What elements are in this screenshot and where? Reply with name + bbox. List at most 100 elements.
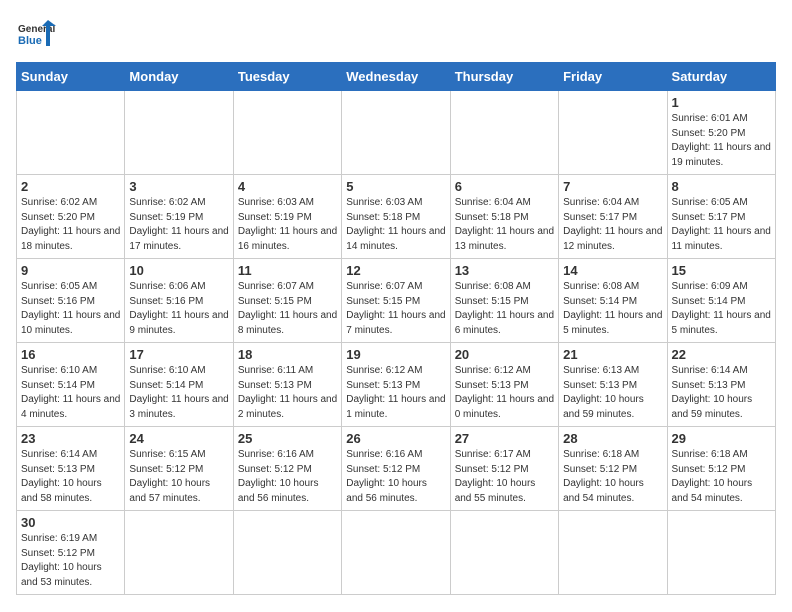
calendar-cell: 3 Sunrise: 6:02 AM Sunset: 5:19 PM Daylig… <box>125 175 233 259</box>
day-info: Sunrise: 6:09 AM Sunset: 5:14 PM Dayligh… <box>672 280 771 338</box>
day-info: Sunrise: 6:18 AM Sunset: 5:12 PM Dayligh… <box>563 448 662 506</box>
day-number: 22 <box>672 347 771 362</box>
day-info: Sunrise: 6:19 AM Sunset: 5:12 PM Dayligh… <box>21 532 120 590</box>
calendar-cell: 14 Sunrise: 6:08 AM Sunset: 5:14 PM Dayli… <box>559 259 667 343</box>
calendar-cell: 23Sunrise: 6:14 AM Sunset: 5:13 PM Dayli… <box>17 427 125 511</box>
day-number: 5 <box>346 179 445 194</box>
day-of-week-header: Saturday <box>667 63 775 91</box>
day-number: 7 <box>563 179 662 194</box>
calendar-cell: 11Sunrise: 6:07 AM Sunset: 5:15 PM Dayli… <box>233 259 341 343</box>
day-info: Sunrise: 6:08 AM Sunset: 5:14 PM Dayligh… <box>563 280 662 338</box>
calendar-cell: 16 Sunrise: 6:10 AM Sunset: 5:14 PM Dayli… <box>17 343 125 427</box>
day-number: 2 <box>21 179 120 194</box>
day-info: Sunrise: 6:02 AM Sunset: 5:19 PM Dayligh… <box>129 196 228 254</box>
day-of-week-header: Thursday <box>450 63 558 91</box>
calendar-cell <box>450 511 558 595</box>
day-info: Sunrise: 6:06 AM Sunset: 5:16 PM Dayligh… <box>129 280 228 338</box>
calendar-cell: 12Sunrise: 6:07 AM Sunset: 5:15 PM Dayli… <box>342 259 450 343</box>
day-number: 19 <box>346 347 445 362</box>
day-info: Sunrise: 6:07 AM Sunset: 5:15 PM Dayligh… <box>346 280 445 338</box>
calendar-cell <box>125 511 233 595</box>
calendar-cell: 5 Sunrise: 6:03 AM Sunset: 5:18 PM Daylig… <box>342 175 450 259</box>
day-info: Sunrise: 6:05 AM Sunset: 5:16 PM Dayligh… <box>21 280 120 338</box>
calendar-cell <box>450 91 558 175</box>
day-number: 20 <box>455 347 554 362</box>
day-number: 16 <box>21 347 120 362</box>
day-of-week-header: Sunday <box>17 63 125 91</box>
day-number: 30 <box>21 515 120 530</box>
day-info: Sunrise: 6:17 AM Sunset: 5:12 PM Dayligh… <box>455 448 554 506</box>
calendar-cell: 22Sunrise: 6:14 AM Sunset: 5:13 PM Dayli… <box>667 343 775 427</box>
day-info: Sunrise: 6:08 AM Sunset: 5:15 PM Dayligh… <box>455 280 554 338</box>
page-header: General Blue <box>16 16 776 54</box>
calendar-week-row: 23Sunrise: 6:14 AM Sunset: 5:13 PM Dayli… <box>17 427 776 511</box>
day-info: Sunrise: 6:04 AM Sunset: 5:18 PM Dayligh… <box>455 196 554 254</box>
calendar-cell: 17 Sunrise: 6:10 AM Sunset: 5:14 PM Dayli… <box>125 343 233 427</box>
calendar-cell: 24 Sunrise: 6:15 AM Sunset: 5:12 PM Dayli… <box>125 427 233 511</box>
calendar-cell: 18 Sunrise: 6:11 AM Sunset: 5:13 PM Dayli… <box>233 343 341 427</box>
calendar-cell: 8Sunrise: 6:05 AM Sunset: 5:17 PM Daylig… <box>667 175 775 259</box>
day-info: Sunrise: 6:16 AM Sunset: 5:12 PM Dayligh… <box>238 448 337 506</box>
day-info: Sunrise: 6:14 AM Sunset: 5:13 PM Dayligh… <box>21 448 120 506</box>
day-of-week-header: Monday <box>125 63 233 91</box>
day-info: Sunrise: 6:12 AM Sunset: 5:13 PM Dayligh… <box>346 364 445 422</box>
calendar-cell <box>342 91 450 175</box>
calendar-cell: 2 Sunrise: 6:02 AM Sunset: 5:20 PM Daylig… <box>17 175 125 259</box>
calendar-cell: 10 Sunrise: 6:06 AM Sunset: 5:16 PM Dayli… <box>125 259 233 343</box>
calendar-cell: 15 Sunrise: 6:09 AM Sunset: 5:14 PM Dayli… <box>667 259 775 343</box>
day-info: Sunrise: 6:01 AM Sunset: 5:20 PM Dayligh… <box>672 112 771 170</box>
calendar-table: SundayMondayTuesdayWednesdayThursdayFrid… <box>16 62 776 595</box>
day-number: 18 <box>238 347 337 362</box>
calendar-cell: 28Sunrise: 6:18 AM Sunset: 5:12 PM Dayli… <box>559 427 667 511</box>
calendar-cell: 29 Sunrise: 6:18 AM Sunset: 5:12 PM Dayli… <box>667 427 775 511</box>
logo: General Blue <box>16 16 54 54</box>
calendar-header-row: SundayMondayTuesdayWednesdayThursdayFrid… <box>17 63 776 91</box>
calendar-cell: 27 Sunrise: 6:17 AM Sunset: 5:12 PM Dayli… <box>450 427 558 511</box>
day-info: Sunrise: 6:12 AM Sunset: 5:13 PM Dayligh… <box>455 364 554 422</box>
day-number: 29 <box>672 431 771 446</box>
day-number: 26 <box>346 431 445 446</box>
day-number: 27 <box>455 431 554 446</box>
calendar-cell <box>559 511 667 595</box>
day-info: Sunrise: 6:10 AM Sunset: 5:14 PM Dayligh… <box>21 364 120 422</box>
day-number: 15 <box>672 263 771 278</box>
day-number: 24 <box>129 431 228 446</box>
calendar-cell: 9 Sunrise: 6:05 AM Sunset: 5:16 PM Daylig… <box>17 259 125 343</box>
day-info: Sunrise: 6:15 AM Sunset: 5:12 PM Dayligh… <box>129 448 228 506</box>
calendar-week-row: 2 Sunrise: 6:02 AM Sunset: 5:20 PM Daylig… <box>17 175 776 259</box>
calendar-cell: 4Sunrise: 6:03 AM Sunset: 5:19 PM Daylig… <box>233 175 341 259</box>
day-number: 25 <box>238 431 337 446</box>
calendar-cell <box>233 91 341 175</box>
day-info: Sunrise: 6:02 AM Sunset: 5:20 PM Dayligh… <box>21 196 120 254</box>
day-info: Sunrise: 6:03 AM Sunset: 5:19 PM Dayligh… <box>238 196 337 254</box>
calendar-week-row: 16 Sunrise: 6:10 AM Sunset: 5:14 PM Dayli… <box>17 343 776 427</box>
day-info: Sunrise: 6:10 AM Sunset: 5:14 PM Dayligh… <box>129 364 228 422</box>
calendar-cell: 6 Sunrise: 6:04 AM Sunset: 5:18 PM Daylig… <box>450 175 558 259</box>
day-number: 3 <box>129 179 228 194</box>
calendar-cell: 25 Sunrise: 6:16 AM Sunset: 5:12 PM Dayli… <box>233 427 341 511</box>
calendar-cell <box>17 91 125 175</box>
calendar-cell <box>233 511 341 595</box>
day-info: Sunrise: 6:07 AM Sunset: 5:15 PM Dayligh… <box>238 280 337 338</box>
day-info: Sunrise: 6:11 AM Sunset: 5:13 PM Dayligh… <box>238 364 337 422</box>
day-of-week-header: Friday <box>559 63 667 91</box>
day-number: 10 <box>129 263 228 278</box>
day-info: Sunrise: 6:03 AM Sunset: 5:18 PM Dayligh… <box>346 196 445 254</box>
calendar-cell: 1Sunrise: 6:01 AM Sunset: 5:20 PM Daylig… <box>667 91 775 175</box>
calendar-week-row: 30 Sunrise: 6:19 AM Sunset: 5:12 PM Dayli… <box>17 511 776 595</box>
svg-text:Blue: Blue <box>18 35 42 47</box>
day-number: 21 <box>563 347 662 362</box>
day-number: 13 <box>455 263 554 278</box>
calendar-cell: 21Sunrise: 6:13 AM Sunset: 5:13 PM Dayli… <box>559 343 667 427</box>
day-number: 14 <box>563 263 662 278</box>
calendar-cell <box>125 91 233 175</box>
calendar-week-row: 1Sunrise: 6:01 AM Sunset: 5:20 PM Daylig… <box>17 91 776 175</box>
day-info: Sunrise: 6:16 AM Sunset: 5:12 PM Dayligh… <box>346 448 445 506</box>
day-number: 17 <box>129 347 228 362</box>
day-info: Sunrise: 6:18 AM Sunset: 5:12 PM Dayligh… <box>672 448 771 506</box>
day-number: 6 <box>455 179 554 194</box>
calendar-cell <box>667 511 775 595</box>
calendar-cell <box>559 91 667 175</box>
calendar-cell: 13 Sunrise: 6:08 AM Sunset: 5:15 PM Dayli… <box>450 259 558 343</box>
day-number: 9 <box>21 263 120 278</box>
